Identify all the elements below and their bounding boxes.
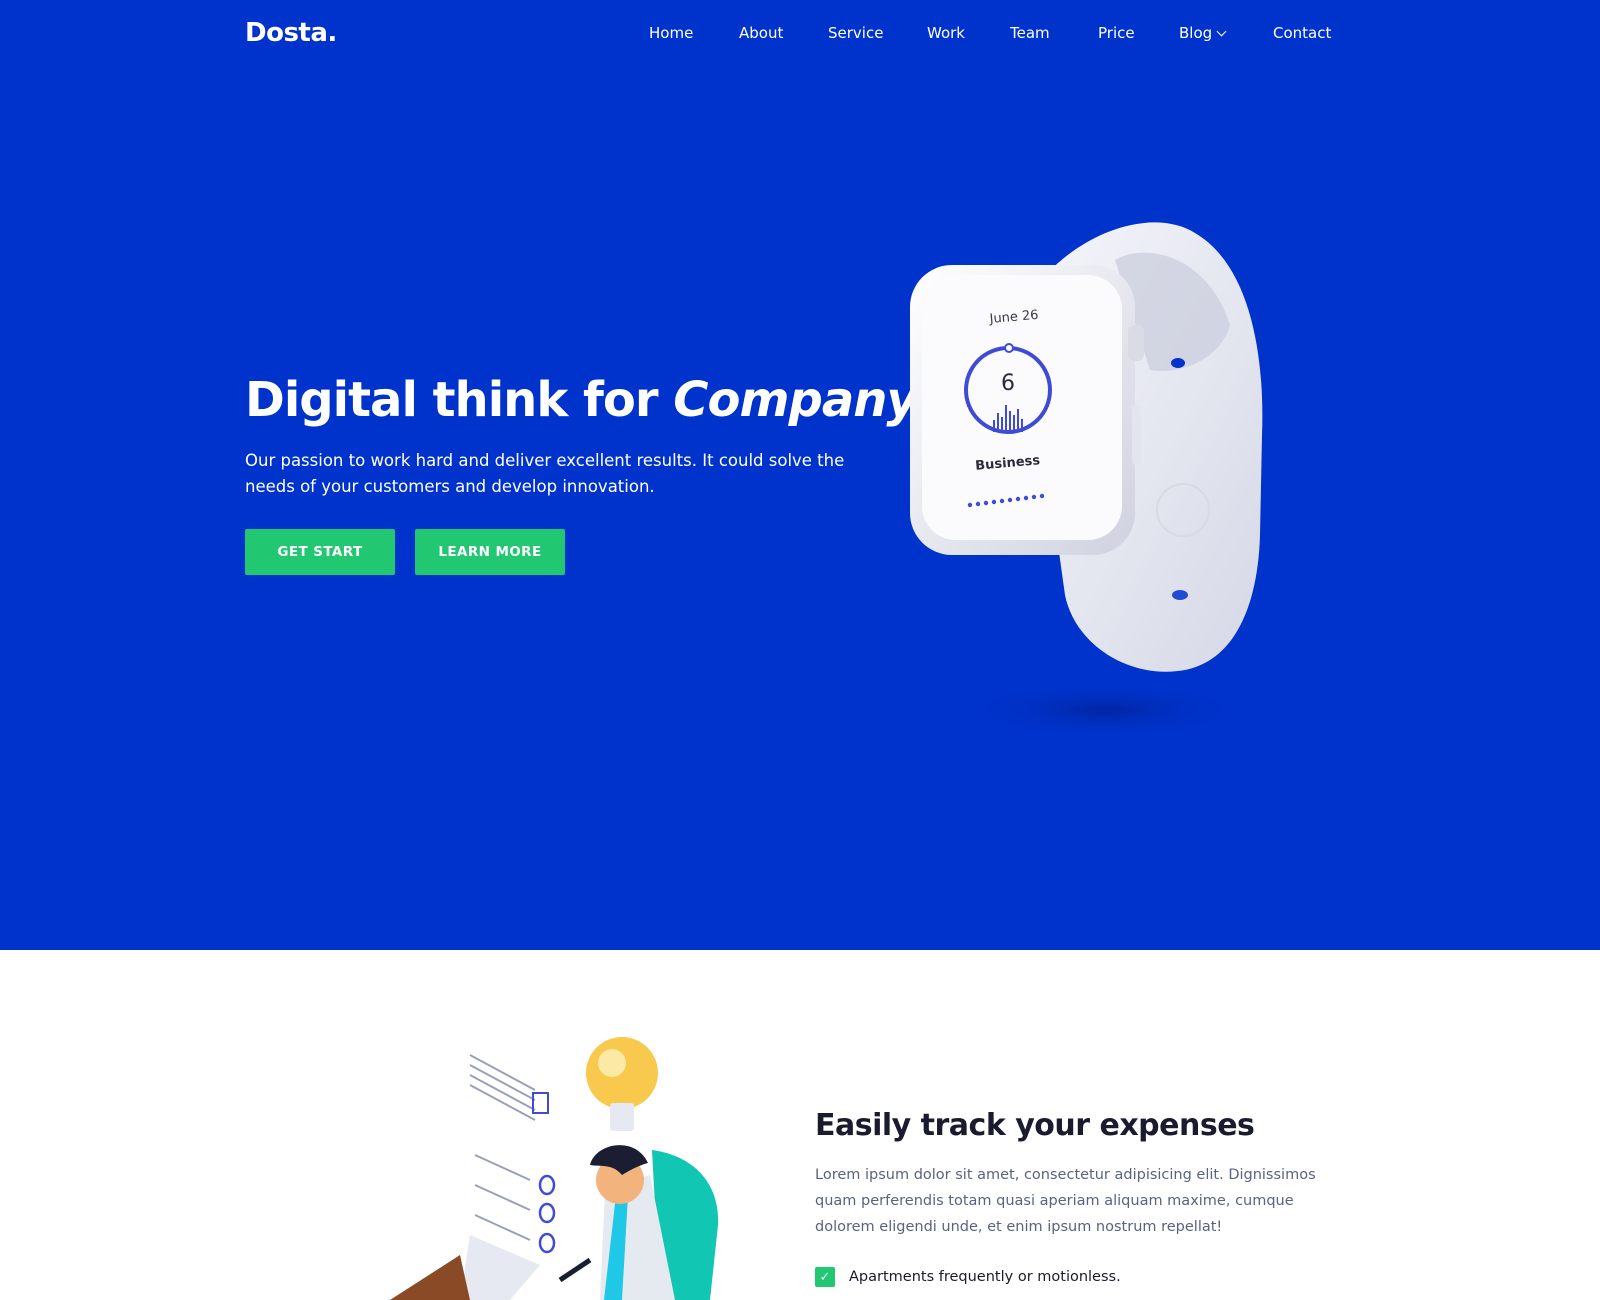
laptop <box>460 1235 540 1300</box>
watch-shadow <box>965 682 1245 738</box>
document-lines <box>469 1054 536 1241</box>
get-start-button[interactable]: GET START <box>245 529 395 575</box>
features-section: Easily track your expenses Lorem ipsum d… <box>0 950 1600 1300</box>
business-illustration <box>390 995 750 1300</box>
nav-item-about[interactable]: About <box>739 24 783 42</box>
smartwatch-illustration: June 26 6 Business <box>910 222 1263 738</box>
lightbulb-icon <box>586 1037 658 1109</box>
nav-item-home[interactable]: Home <box>649 24 693 42</box>
nav-item-work[interactable]: Work <box>927 24 965 42</box>
checkmark-icon: ✓ <box>815 1267 835 1287</box>
nav-item-service[interactable]: Service <box>828 24 883 42</box>
band-hole-icon <box>1172 590 1188 600</box>
hero-title: Digital think for Company. <box>245 372 931 428</box>
main-navigation: Home About Service Work Team Price Blog … <box>0 24 1600 46</box>
hero-section: Dosta. Home About Service Work Team Pric… <box>0 0 1600 950</box>
features-description: Lorem ipsum dolor sit amet, consectetur … <box>815 1167 1316 1235</box>
hero-description: Our passion to work hard and deliver exc… <box>245 451 845 496</box>
checklist-item: ✓ Apartments frequently or motionless. <box>815 1267 1121 1287</box>
person-idea-illustration <box>390 1037 719 1300</box>
learn-more-button[interactable]: LEARN MORE <box>415 529 565 575</box>
watch-value: 6 <box>1001 371 1015 396</box>
checkbox-icon <box>532 1092 549 1114</box>
chevron-down-icon <box>1216 26 1227 37</box>
nav-item-price[interactable]: Price <box>1098 24 1135 42</box>
features-title: Easily track your expenses <box>815 1108 1255 1143</box>
nav-item-blog[interactable]: Blog <box>1179 24 1227 42</box>
hero-title-text: Digital think for <box>245 372 659 428</box>
side-button <box>1132 405 1141 465</box>
desk <box>390 1255 470 1300</box>
lightbulb-base <box>610 1103 634 1131</box>
nav-item-contact[interactable]: Contact <box>1273 24 1331 42</box>
smartwatch-image: June 26 6 Business <box>880 205 1280 765</box>
checklist-icon <box>538 1174 556 1254</box>
band-hole-icon <box>1171 358 1185 368</box>
nav-item-blog-label: Blog <box>1179 24 1213 42</box>
checklist-item-text: Apartments frequently or motionless. <box>849 1269 1121 1285</box>
digital-crown <box>1128 325 1144 361</box>
nav-item-team[interactable]: Team <box>1010 24 1050 42</box>
